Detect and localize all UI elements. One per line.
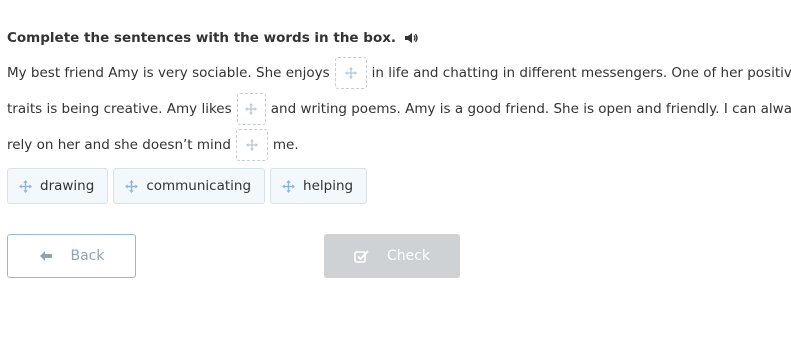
move-icon	[344, 67, 357, 79]
speaker-icon[interactable]	[404, 32, 418, 44]
word-chip-label: drawing	[40, 178, 95, 194]
word-chip-communicating[interactable]: communicating	[113, 168, 266, 204]
task-instruction: Complete the sentences with the words in…	[7, 30, 418, 46]
check-button[interactable]: Check	[324, 234, 460, 278]
move-icon	[282, 179, 296, 193]
text-line-2: traits is being creative. Amy likes and …	[7, 91, 791, 127]
answer-gap-1[interactable]	[334, 57, 367, 89]
move-icon	[245, 103, 258, 115]
text-segment: My best friend Amy is very sociable. She…	[7, 65, 330, 81]
word-chip-helping[interactable]: helping	[270, 168, 368, 204]
word-chip-label: communicating	[146, 178, 252, 194]
answer-gap-2[interactable]	[236, 93, 266, 125]
task-instruction-text: Complete the sentences with the words in…	[7, 30, 397, 46]
text-segment: and writing poems. Amy is a good friend.…	[270, 101, 791, 117]
word-chip-drawing[interactable]: drawing	[7, 168, 109, 204]
text-segment: in life and chatting in different messen…	[371, 65, 791, 81]
move-icon	[125, 179, 139, 193]
text-segment: rely on her and she doesn’t mind	[7, 137, 231, 153]
checkbox-icon	[354, 249, 369, 263]
check-button-label: Check	[386, 248, 431, 264]
word-chip-label: helping	[303, 178, 354, 194]
arrow-left-icon	[39, 250, 53, 262]
back-button[interactable]: Back	[7, 234, 136, 278]
text-line-1: My best friend Amy is very sociable. She…	[7, 55, 791, 91]
move-icon	[245, 139, 258, 151]
text-segment: me.	[272, 137, 299, 153]
move-icon	[19, 179, 32, 193]
exercise-text: My best friend Amy is very sociable. She…	[7, 55, 791, 163]
answer-gap-3[interactable]	[235, 129, 268, 161]
back-button-label: Back	[70, 248, 105, 264]
text-segment: traits is being creative. Amy likes	[7, 101, 232, 117]
text-line-3: rely on her and she doesn’t mind me.	[7, 127, 791, 163]
word-bank: drawing communicating helping	[7, 168, 368, 204]
